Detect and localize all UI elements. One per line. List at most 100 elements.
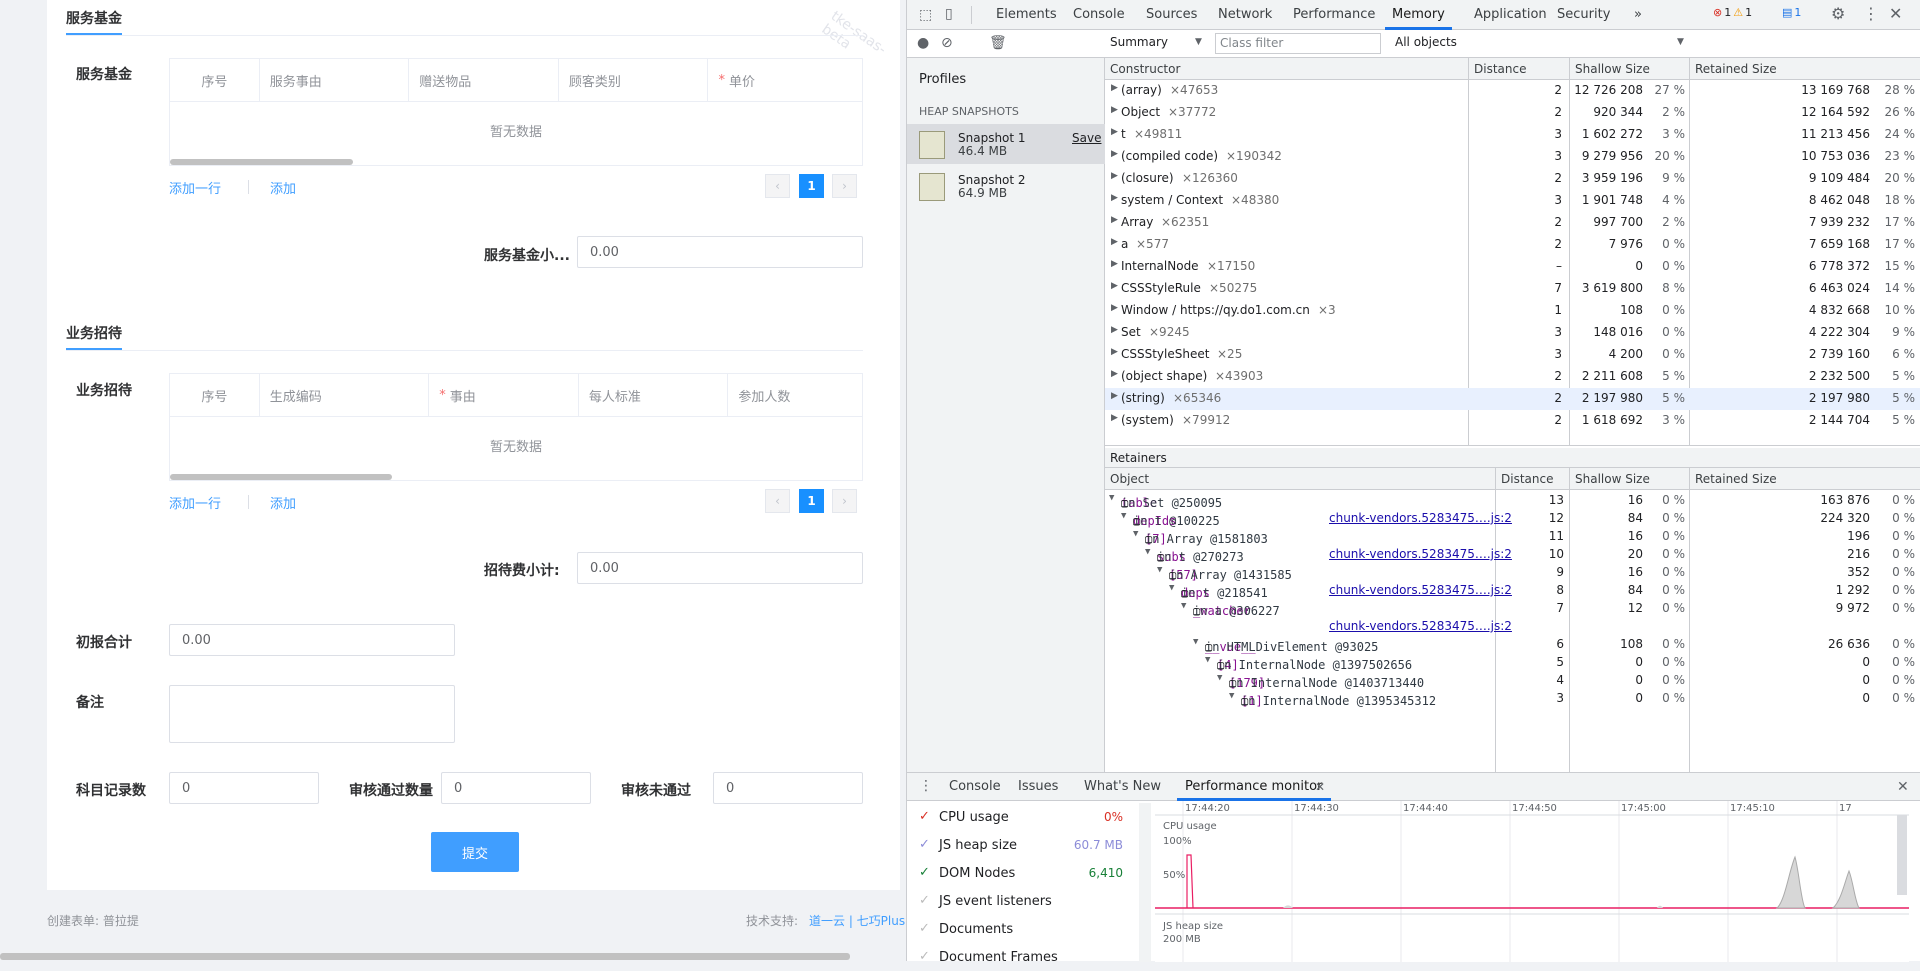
- checkbox-icon[interactable]: ✓: [919, 921, 930, 936]
- tab-application[interactable]: Application: [1474, 7, 1547, 22]
- expand-triangle-icon[interactable]: ▶: [1111, 303, 1118, 313]
- next-page-button[interactable]: ›: [832, 174, 857, 198]
- reveal-icon[interactable]: ▢: [1241, 694, 1248, 708]
- heap-row[interactable]: ▶ Window / https://qy.do1.com.cn ×3 1 108 0 %…: [1105, 300, 1920, 322]
- col-shallow-size[interactable]: Shallow Size: [1575, 472, 1650, 486]
- col-retained-size[interactable]: Retained Size: [1695, 62, 1777, 76]
- objects-select[interactable]: All objects: [1395, 35, 1457, 49]
- add-link[interactable]: 添加: [270, 493, 296, 512]
- trash-icon[interactable]: 🗑: [989, 36, 1007, 50]
- tab-sources[interactable]: Sources: [1146, 7, 1197, 22]
- tab-console[interactable]: Console: [1073, 7, 1125, 22]
- source-link[interactable]: chunk-vendors.5283475….js:2: [1329, 619, 1512, 633]
- heap-row[interactable]: ▶ (system) ×79912 2 1 618 692 3 % 2 144 704 5 %: [1105, 410, 1920, 432]
- expand-triangle-icon[interactable]: ▶: [1111, 171, 1118, 181]
- drawer-tab-issues[interactable]: Issues: [1018, 779, 1058, 794]
- heap-row[interactable]: ▶ InternalNode ×17150 – 0 0 % 6 778 372 15 %: [1105, 256, 1920, 278]
- metric-row[interactable]: ✓ Document Frames: [919, 947, 1137, 971]
- expand-triangle-icon[interactable]: ▶: [1111, 83, 1118, 93]
- section-title-service-fund[interactable]: 服务基金: [66, 8, 122, 28]
- collapse-triangle-icon[interactable]: ▼: [1157, 565, 1162, 575]
- metric-row[interactable]: ✓ Documents: [919, 919, 1137, 943]
- heap-row[interactable]: ▶ t ×49811 3 1 602 272 3 % 11 213 456 24 %: [1105, 124, 1920, 146]
- expand-triangle-icon[interactable]: ▶: [1111, 325, 1118, 335]
- snapshot-2-item[interactable]: Snapshot 2 64.9 MB: [907, 166, 1105, 206]
- metric-row[interactable]: ✓ JS heap size 60.7 MB: [919, 835, 1137, 859]
- inspect-element-icon[interactable]: ⬚: [919, 8, 932, 22]
- prev-page-button[interactable]: ‹: [765, 489, 790, 513]
- collapse-triangle-icon[interactable]: ▼: [1217, 673, 1222, 683]
- passed-count-input[interactable]: 0: [441, 772, 591, 804]
- col-object[interactable]: Object: [1110, 472, 1149, 486]
- tab-elements[interactable]: Elements: [996, 7, 1057, 22]
- metrics-scrollbar[interactable]: [1139, 803, 1151, 962]
- expand-triangle-icon[interactable]: ▶: [1111, 237, 1118, 247]
- expand-triangle-icon[interactable]: ▶: [1111, 105, 1118, 115]
- checkbox-icon[interactable]: ✓: [919, 865, 930, 880]
- tab-network[interactable]: Network: [1218, 7, 1272, 22]
- settings-gear-icon[interactable]: ⚙: [1831, 6, 1845, 22]
- rejected-count-input[interactable]: 0: [713, 772, 863, 804]
- collapse-triangle-icon[interactable]: ▼: [1109, 493, 1114, 503]
- checkbox-icon[interactable]: ✓: [919, 893, 930, 908]
- heap-row[interactable]: ▶ a ×577 2 7 976 0 % 7 659 168 17 %: [1105, 234, 1920, 256]
- drawer-menu-icon[interactable]: ⋮: [919, 779, 933, 793]
- heap-row[interactable]: ▶ Object ×37772 2 920 344 2 % 12 164 592 26 %: [1105, 102, 1920, 124]
- prev-page-button[interactable]: ‹: [765, 174, 790, 198]
- expand-triangle-icon[interactable]: ▶: [1111, 413, 1118, 423]
- collapse-triangle-icon[interactable]: ▼: [1193, 637, 1198, 647]
- service-fund-subtotal-input[interactable]: 0.00: [577, 236, 863, 268]
- horizontal-scrollbar[interactable]: [0, 953, 850, 960]
- message-badge[interactable]: ▤ 1: [1782, 6, 1801, 19]
- more-tabs-icon[interactable]: »: [1634, 7, 1642, 22]
- table-scrollbar[interactable]: [170, 159, 353, 165]
- source-link[interactable]: chunk-vendors.5283475….js:2: [1329, 547, 1512, 561]
- next-page-button[interactable]: ›: [832, 489, 857, 513]
- source-link[interactable]: chunk-vendors.5283475….js:2: [1329, 583, 1512, 597]
- checkbox-icon[interactable]: ✓: [919, 809, 930, 824]
- add-link[interactable]: 添加: [270, 178, 296, 197]
- expand-triangle-icon[interactable]: ▶: [1111, 281, 1118, 291]
- record-icon[interactable]: ●: [917, 36, 929, 50]
- heap-row[interactable]: ▶ (array) ×47653 2 12 726 208 27 % 13 169 768 2…: [1105, 80, 1920, 102]
- expand-triangle-icon[interactable]: ▶: [1111, 369, 1118, 379]
- record-count-input[interactable]: 0: [169, 772, 319, 804]
- expand-triangle-icon[interactable]: ▶: [1111, 347, 1118, 357]
- drawer-tab-performance-monitor[interactable]: Performance monitor: [1185, 779, 1322, 794]
- expand-triangle-icon[interactable]: ▶: [1111, 149, 1118, 159]
- col-shallow-size[interactable]: Shallow Size: [1575, 62, 1650, 76]
- retainer-row[interactable]: ▼ [1] in InternalNode @1395345312 ▢ 3 0 0 % 0…: [1105, 688, 1920, 710]
- expand-triangle-icon[interactable]: ▶: [1111, 215, 1118, 225]
- checkbox-icon[interactable]: ✓: [919, 949, 930, 964]
- more-options-icon[interactable]: ⋮: [1863, 6, 1879, 22]
- tab-security[interactable]: Security: [1557, 7, 1610, 22]
- col-constructor[interactable]: Constructor: [1110, 62, 1180, 76]
- metric-row[interactable]: ✓ JS event listeners: [919, 891, 1137, 915]
- total-input[interactable]: 0.00: [169, 624, 455, 656]
- class-filter-input[interactable]: Class filter: [1215, 33, 1381, 54]
- reception-subtotal-input[interactable]: 0.00: [577, 552, 863, 584]
- page-1-button[interactable]: 1: [799, 489, 824, 513]
- page-1-button[interactable]: 1: [799, 174, 824, 198]
- collapse-triangle-icon[interactable]: ▼: [1169, 583, 1174, 593]
- heap-row[interactable]: ▶ Array ×62351 2 997 700 2 % 7 939 232 17 %: [1105, 212, 1920, 234]
- heap-row[interactable]: ▶ CSSStyleSheet ×25 3 4 200 0 % 2 739 160 6 %: [1105, 344, 1920, 366]
- col-distance[interactable]: Distance: [1501, 472, 1553, 486]
- collapse-triangle-icon[interactable]: ▼: [1133, 529, 1138, 539]
- table-scrollbar[interactable]: [170, 474, 392, 480]
- close-tab-icon[interactable]: ✕: [1315, 780, 1325, 794]
- add-row-link[interactable]: 添加一行: [169, 493, 221, 512]
- collapse-triangle-icon[interactable]: ▼: [1181, 601, 1186, 611]
- heap-row[interactable]: ▶ Set ×9245 3 148 016 0 % 4 222 304 9 %: [1105, 322, 1920, 344]
- tab-performance[interactable]: Performance: [1293, 7, 1375, 22]
- col-distance[interactable]: Distance: [1474, 62, 1526, 76]
- heap-row[interactable]: ▶ (object shape) ×43903 2 2 211 608 5 % 2 232 …: [1105, 366, 1920, 388]
- close-icon[interactable]: ✕: [1889, 6, 1902, 22]
- drawer-tab-whats-new[interactable]: What's New: [1084, 779, 1161, 794]
- expand-triangle-icon[interactable]: ▶: [1111, 259, 1118, 269]
- metric-row[interactable]: ✓ CPU usage 0%: [919, 807, 1137, 831]
- submit-button[interactable]: 提交: [431, 832, 519, 872]
- drawer-tab-console[interactable]: Console: [949, 779, 1001, 794]
- collapse-triangle-icon[interactable]: ▼: [1145, 547, 1150, 557]
- close-drawer-icon[interactable]: ✕: [1897, 780, 1909, 794]
